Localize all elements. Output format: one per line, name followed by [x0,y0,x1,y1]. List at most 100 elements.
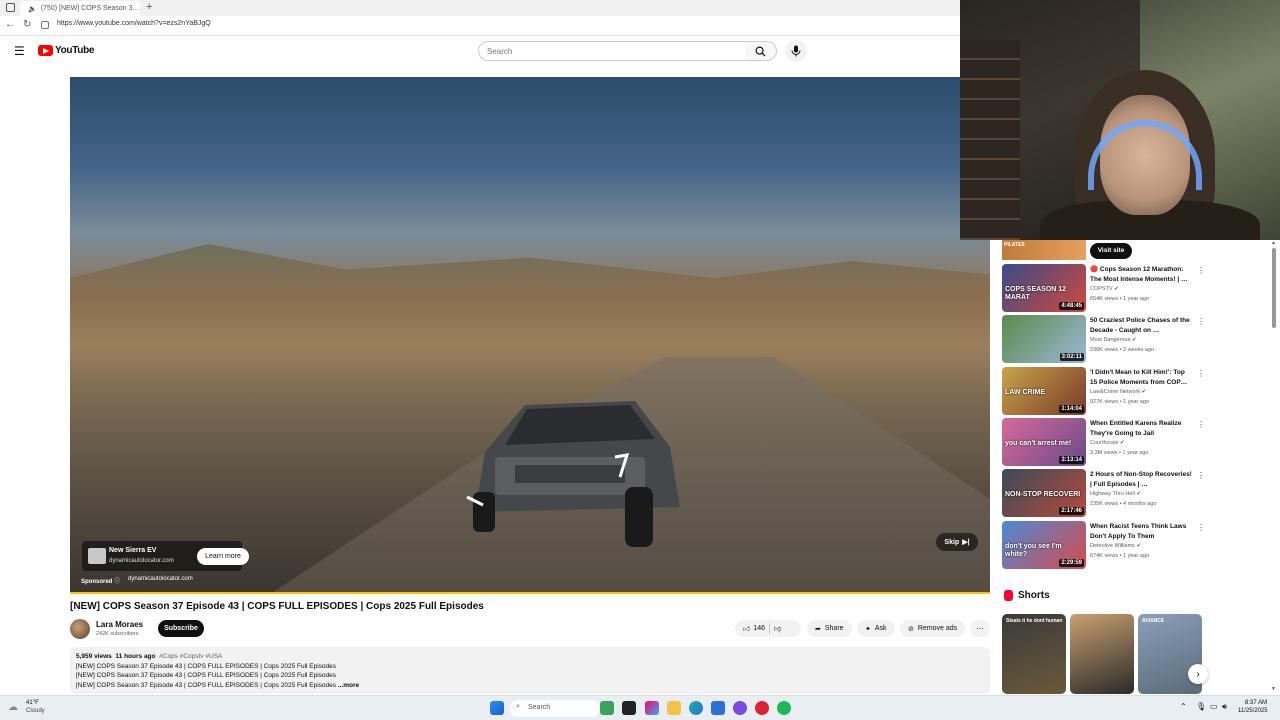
browser-tab[interactable]: 🔈 (750) [NEW] COPS Season 3… ✕ [20,1,140,16]
scroll-down-icon[interactable]: ▼ [1271,686,1276,692]
recommendation-channel[interactable]: Courthouse ✔︎ [1090,440,1125,446]
hashtags[interactable]: #Cops #Copstv #USA [159,653,222,660]
ask-button[interactable]: ✦ Ask [857,620,895,637]
learn-more-button[interactable]: Learn more [197,548,249,565]
task-view-icon[interactable] [622,701,636,715]
site-info-icon[interactable] [41,21,49,29]
dislike-button[interactable]: 👎︎ [774,624,781,633]
sponsored-domain[interactable]: dynamicautolocator.com [128,576,193,582]
edge-icon[interactable] [689,701,703,715]
subscribe-button[interactable]: Subscribe [158,620,204,637]
back-icon[interactable]: ← [5,19,15,30]
chevron-right-icon: › [1196,668,1200,680]
ad-thumbnail[interactable]: PILATES [1002,240,1086,260]
more-actions-button[interactable]: ⋯ [970,620,990,637]
more-options-icon[interactable]: ⋮ [1197,471,1205,480]
skip-ad-button[interactable]: Skip ▶︎| [936,533,978,551]
search-input[interactable]: Search [478,41,746,61]
channel-name[interactable]: Lara Moraes [96,620,143,629]
recommendation-channel[interactable]: Most Dangerous ✔︎ [1090,337,1137,343]
taskbar-search[interactable]: ⌕ Search [510,700,600,717]
scrollbar[interactable]: ▲ ▼ [1270,240,1278,695]
recommendation-title[interactable]: When Entitled Karens Realize They're Goi… [1090,419,1192,438]
recommendation-item[interactable]: you can't arrest me! 3:13:14 When Entitled… [1002,418,1207,466]
speaker-tray-icon[interactable]: 🔊︎ [1222,702,1227,712]
channel-avatar[interactable] [70,619,90,639]
weather-temperature[interactable]: 41°F [26,700,39,706]
recommendation-thumbnail[interactable]: 3:02:11 [1002,315,1086,363]
voice-search-button[interactable] [785,40,807,62]
recommendation-channel[interactable]: Law&Crime Network ✔︎ [1090,389,1146,395]
url-field[interactable]: https://www.youtube.com/watch?v=ezs2nYaB… [57,20,211,27]
widgets-icon[interactable] [600,701,614,715]
visit-site-button[interactable]: Visit site [1090,243,1132,259]
video-player[interactable]: New Sierra EV dynamicautolocator.com Lea… [70,77,990,594]
reload-icon[interactable]: ↻ [23,19,31,30]
recommendation-item[interactable]: LAW CRIME 1:14:04 'I Didn't Mean to Kill H… [1002,367,1207,415]
weather-condition[interactable]: Cloudy [26,708,45,714]
speaker-icon[interactable]: 🔈 [28,5,37,13]
menu-icon[interactable]: ☰ [14,44,25,58]
spotify-icon[interactable] [777,701,791,715]
recommendation-thumbnail[interactable]: don't you see I'm white? 2:29:59 [1002,521,1086,569]
tab-title: (750) [NEW] COPS Season 3… [40,5,140,12]
store-icon[interactable] [711,701,725,715]
more-options-icon[interactable]: ⋮ [1197,266,1205,275]
recommendation-title[interactable]: 'I Didn't Mean to Kill Him!': Top 15 Pol… [1090,368,1192,387]
ad-progress-bar[interactable] [70,592,990,594]
recommendation-channel[interactable]: COPSTV ✔︎ [1090,286,1119,292]
recommendation-thumbnail[interactable]: NON-STOP RECOVERI 2:17:46 [1002,469,1086,517]
new-tab-icon[interactable]: + [146,1,152,13]
app-icon[interactable] [755,701,769,715]
copilot-icon[interactable] [645,701,659,715]
shorts-next-button[interactable]: › [1188,664,1208,684]
messenger-icon[interactable] [733,701,747,715]
recommendation-title[interactable]: 50 Craziest Police Chases of the Decade … [1090,316,1192,335]
more-options-icon[interactable]: ⋮ [1197,420,1205,429]
clock-time[interactable]: 8:37 AM [1245,700,1267,706]
network-icon[interactable]: ▭ [1210,702,1218,711]
recommendation-thumbnail[interactable]: you can't arrest me! 3:13:14 [1002,418,1086,466]
more-options-icon[interactable]: ⋮ [1197,369,1205,378]
description-box[interactable]: 5,959 views 11 hours ago #Cops #Copstv #… [70,647,990,694]
short-thumbnail[interactable]: Steals it he dont human [1002,614,1066,694]
recommendation-channel[interactable]: Detective Williams ✔︎ [1090,543,1141,549]
channel-label: Most Dangerous [1090,337,1131,343]
recommendation-title[interactable]: 🔴 Cops Season 12 Marathon: The Most Inte… [1090,265,1192,284]
clock-date[interactable]: 11/25/2025 [1238,708,1268,714]
more-options-icon[interactable]: ⋮ [1197,523,1205,532]
start-icon[interactable] [490,701,504,715]
thumbnail-text: LAW CRIME [1005,389,1046,396]
show-more-link[interactable]: ...more [338,682,359,689]
verified-icon: ✔︎ [1136,543,1142,549]
short-thumbnail[interactable] [1070,614,1134,694]
youtube-logo[interactable]: YouTube [38,45,95,56]
tray-chevron-icon[interactable]: ⌃ [1180,702,1187,711]
info-icon[interactable]: ⓘ [114,579,120,585]
tab-list-icon[interactable] [6,3,15,12]
recommendation-item[interactable]: COPS SEASON 12 MARAT 4:48:45 🔴 Cops Season… [1002,264,1207,312]
microphone-tray-icon[interactable]: 🎙︎ [1196,702,1206,711]
search-button[interactable] [745,41,777,61]
weather-icon[interactable]: ☁ [8,702,18,713]
video-duration: 3:13:14 [1059,456,1084,464]
thumbnail-text: don't you see I'm white? [1005,543,1062,558]
recommendation-item[interactable]: don't you see I'm white? 2:29:59 When Raci… [1002,521,1207,569]
more-options-icon[interactable]: ⋮ [1197,317,1205,326]
remove-ads-button[interactable]: ⊘ Remove ads [900,620,966,637]
video-frame-truck [466,401,680,547]
description-line-text: [NEW] COPS Season 37 Episode 43 | COPS F… [76,681,337,689]
ad-overlay-card[interactable]: New Sierra EV dynamicautolocator.com Lea… [82,541,249,571]
recommendation-thumbnail[interactable]: LAW CRIME 1:14:04 [1002,367,1086,415]
recommendation-channel[interactable]: Highway Thru Hell ✔︎ [1090,491,1141,497]
recommendation-title[interactable]: 2 Hours of Non-Stop Recoveries! | Full E… [1090,470,1192,489]
recommendation-title[interactable]: When Racist Teens Think Laws Don't Apply… [1090,522,1192,541]
scroll-up-icon[interactable]: ▲ [1271,240,1276,246]
recommendation-item[interactable]: 3:02:11 50 Craziest Police Chases of the … [1002,315,1207,363]
share-button[interactable]: ➦ Share [807,620,852,637]
scrollbar-thumb[interactable] [1272,248,1276,328]
file-explorer-icon[interactable] [667,701,681,715]
recommendation-item[interactable]: NON-STOP RECOVERI 2:17:46 2 Hours of Non-S… [1002,469,1207,517]
like-button[interactable]: 👍︎ 146 [743,624,765,633]
recommendation-thumbnail[interactable]: COPS SEASON 12 MARAT 4:48:45 [1002,264,1086,312]
